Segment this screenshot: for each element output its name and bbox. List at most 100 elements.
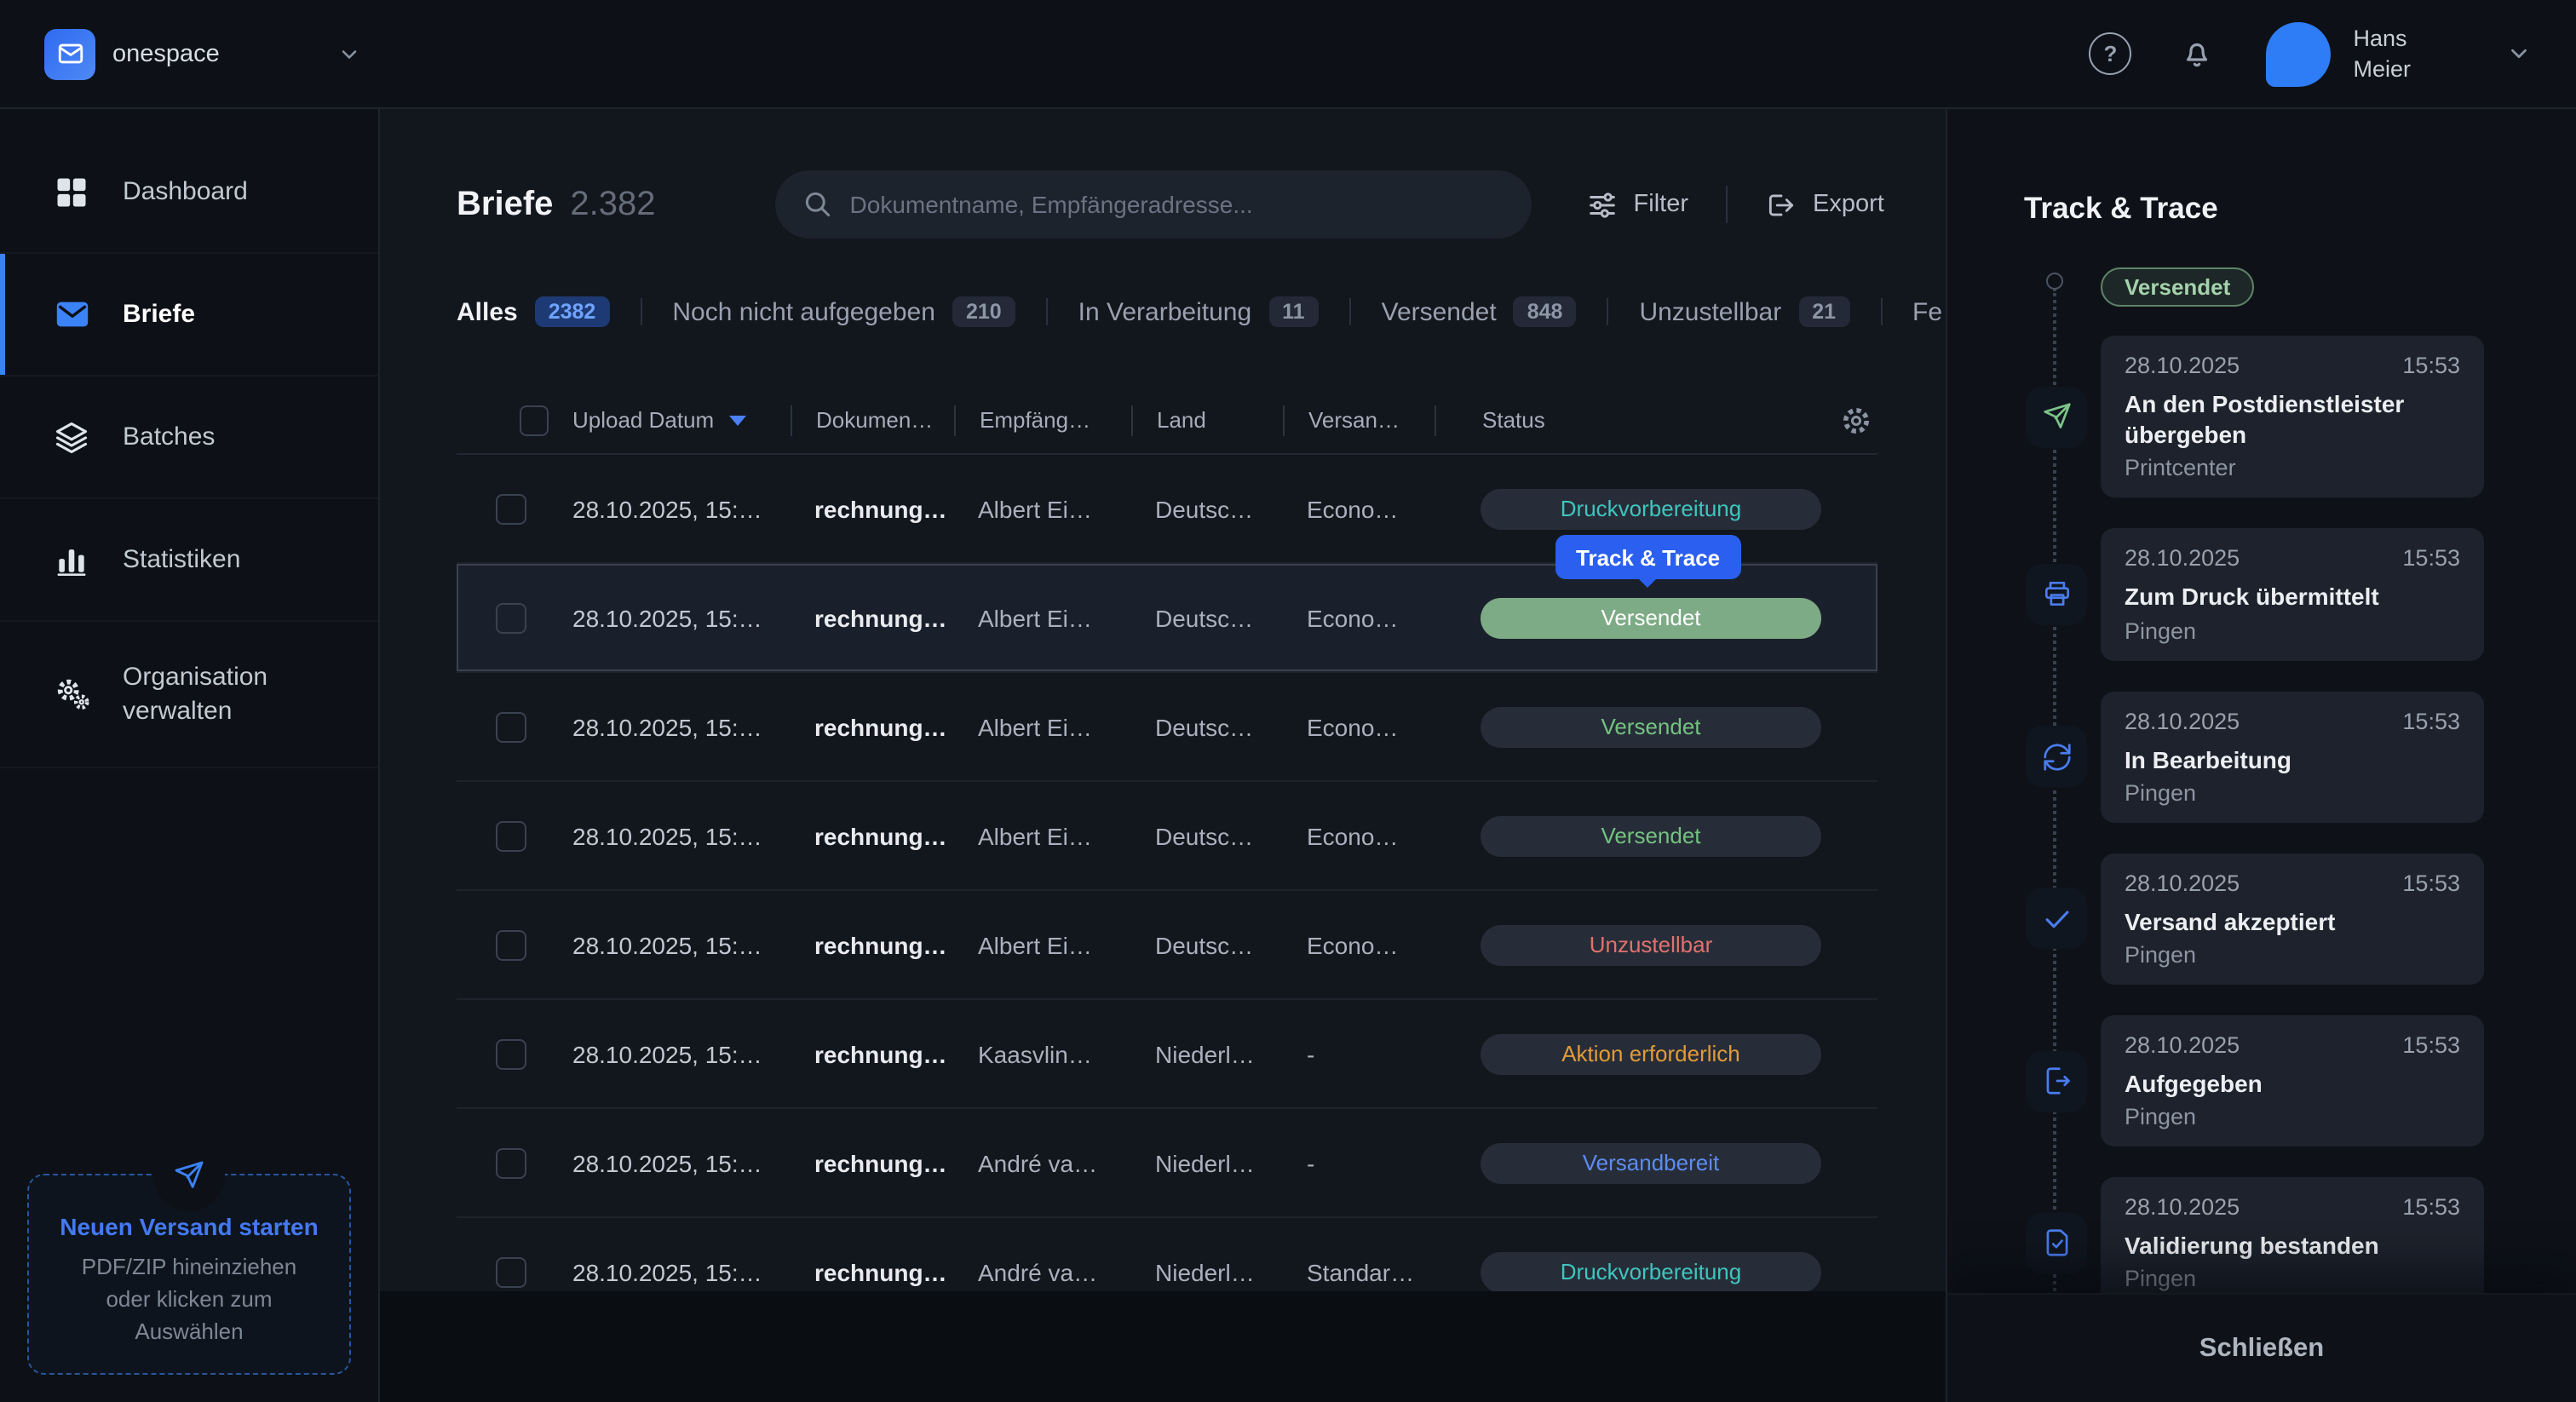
row-checkbox[interactable]: [496, 1147, 526, 1178]
row-checkbox[interactable]: [496, 820, 526, 851]
close-button[interactable]: Schließen: [1947, 1293, 2576, 1402]
cell-upload-date: 28.10.2025, 15:…: [549, 1149, 791, 1176]
table-row[interactable]: 28.10.2025, 15:… rechnung… Albert Ei… De…: [457, 782, 1877, 891]
tab-in-verarbeitung[interactable]: In Verarbeitung 11: [1078, 296, 1319, 327]
sidebar-item-organisation[interactable]: Organisation verwalten: [0, 622, 378, 768]
column-versand[interactable]: Versan…: [1283, 405, 1435, 435]
sidebar-item-statistiken[interactable]: Statistiken: [0, 499, 378, 622]
status-badge[interactable]: Druckvorbereitung: [1481, 488, 1821, 529]
envelope-icon: [51, 295, 92, 334]
sidebar-item-batches[interactable]: Batches: [0, 376, 378, 499]
user-avatar[interactable]: [2266, 21, 2331, 86]
cell-country: Deutsc…: [1131, 713, 1283, 740]
brand-menu[interactable]: onespace: [44, 28, 361, 79]
search-input[interactable]: [850, 191, 1504, 218]
event-carrier: Pingen: [2125, 780, 2460, 806]
tab-label: Fe: [1912, 297, 1942, 326]
briefe-table: Upload Datum Dokumen… Empfäng… Land Vers…: [457, 387, 1877, 1291]
panel-title: Track & Trace: [1947, 109, 2576, 227]
cell-country: Deutsc…: [1131, 604, 1283, 631]
status-badge[interactable]: Aktion erforderlich: [1481, 1033, 1821, 1074]
tab-separator: [640, 298, 641, 325]
status-badge[interactable]: Druckvorbereitung: [1481, 1251, 1821, 1291]
row-checkbox[interactable]: [496, 1256, 526, 1287]
new-shipment-dropzone[interactable]: Neuen Versand starten PDF/ZIP hineinzieh…: [27, 1174, 351, 1374]
cell-recipient: Albert Ei…: [954, 604, 1131, 631]
export-label: Export: [1813, 191, 1884, 218]
status-badge[interactable]: Unzustellbar: [1481, 924, 1821, 965]
new-shipment-hint: PDF/ZIP hineinziehen oder klicken zum Au…: [46, 1252, 332, 1348]
event-time: 15:53: [2402, 871, 2460, 896]
sidebar-item-briefe[interactable]: Briefe: [0, 254, 378, 376]
cell-shipping: -: [1283, 1149, 1435, 1176]
column-upload-datum[interactable]: Upload Datum: [549, 405, 791, 435]
gears-icon: [51, 675, 92, 714]
tab-noch-nicht-aufgegeben[interactable]: Noch nicht aufgegeben 210: [672, 296, 1015, 327]
filter-label: Filter: [1634, 191, 1688, 218]
cell-shipping: -: [1283, 1040, 1435, 1067]
column-label: Versan…: [1308, 407, 1400, 433]
tab-versendet[interactable]: Versendet 848: [1382, 296, 1577, 327]
cell-shipping: Econo…: [1283, 604, 1435, 631]
bar-chart-icon: [51, 541, 92, 578]
row-checkbox[interactable]: [496, 1038, 526, 1069]
status-badge[interactable]: Versendet: [1481, 815, 1821, 856]
table-row-selected[interactable]: 28.10.2025, 15:… rechnung… Albert Ei… De…: [457, 564, 1877, 673]
table-header: Upload Datum Dokumen… Empfäng… Land Vers…: [457, 387, 1877, 455]
event-time: 15:53: [2402, 708, 2460, 733]
user-name[interactable]: Hans Meier: [2353, 23, 2411, 83]
notifications-bell-icon[interactable]: [2179, 36, 2215, 72]
sidebar: Dashboard Briefe Batches Statistiken Org…: [0, 109, 380, 1402]
search-icon: [802, 189, 833, 220]
event-date: 28.10.2025: [2125, 708, 2240, 733]
table-row[interactable]: 28.10.2025, 15:… rechnung… Albert Ei… De…: [457, 673, 1877, 782]
column-status[interactable]: Status: [1435, 405, 1877, 435]
cell-country: Niederl…: [1131, 1040, 1283, 1067]
cell-document: rechnung…: [791, 713, 954, 740]
column-label: Status: [1482, 407, 1545, 433]
check-icon: [2026, 888, 2087, 950]
table-row[interactable]: 28.10.2025, 15:… rechnung… André va… Nie…: [457, 1218, 1877, 1291]
status-badge[interactable]: Versendet: [1481, 597, 1821, 638]
select-all-checkbox[interactable]: [520, 405, 549, 435]
tab-count-badge: 2382: [535, 296, 610, 327]
cell-upload-date: 28.10.2025, 15:…: [549, 1040, 791, 1067]
status-badge[interactable]: Versendet: [1481, 706, 1821, 747]
track-trace-tooltip: Track & Trace: [1555, 535, 1740, 579]
event-title: Zum Druck übermittelt: [2125, 582, 2460, 612]
page-count: 2.382: [570, 185, 655, 224]
sidebar-item-dashboard[interactable]: Dashboard: [0, 131, 378, 254]
event-carrier: Pingen: [2125, 1104, 2460, 1129]
cell-document: rechnung…: [791, 931, 954, 958]
tab-unzustellbar[interactable]: Unzustellbar 21: [1639, 296, 1849, 327]
export-button[interactable]: Export: [1765, 188, 1884, 221]
row-checkbox[interactable]: [496, 602, 526, 633]
toolbar: Briefe 2.382 Filter: [380, 170, 1946, 238]
event-time: 15:53: [2402, 1194, 2460, 1220]
column-land[interactable]: Land: [1131, 405, 1283, 435]
column-empfaenger[interactable]: Empfäng…: [954, 405, 1131, 435]
status-badge[interactable]: Versandbereit: [1481, 1142, 1821, 1183]
event-date: 28.10.2025: [2125, 546, 2240, 572]
column-label: Empfäng…: [980, 407, 1090, 433]
table-settings-gear-icon[interactable]: [1838, 402, 1874, 438]
table-row[interactable]: 28.10.2025, 15:… rechnung… Albert Ei… De…: [457, 891, 1877, 1000]
tab-alles[interactable]: Alles 2382: [457, 296, 609, 327]
column-dokument[interactable]: Dokumen…: [791, 405, 954, 435]
tab-clipped[interactable]: Fe: [1912, 297, 1942, 326]
table-row[interactable]: 28.10.2025, 15:… rechnung… Kaasvlin… Nie…: [457, 1000, 1877, 1109]
row-checkbox[interactable]: [496, 929, 526, 960]
row-checkbox[interactable]: [496, 493, 526, 524]
table-row[interactable]: 28.10.2025, 15:… rechnung… André va… Nie…: [457, 1109, 1877, 1218]
column-label: Dokumen…: [816, 407, 933, 433]
help-icon[interactable]: [2089, 32, 2131, 75]
filter-button[interactable]: Filter: [1586, 188, 1688, 221]
row-checkbox[interactable]: [496, 711, 526, 742]
column-label: Land: [1157, 407, 1206, 433]
event-title: Validierung bestanden: [2125, 1230, 2460, 1261]
cell-document: rechnung…: [791, 495, 954, 522]
page-title: Briefe: [457, 185, 553, 224]
tab-separator: [1607, 298, 1608, 325]
event-date: 28.10.2025: [2125, 1194, 2240, 1220]
user-menu-chevron-icon[interactable]: [2506, 41, 2532, 66]
